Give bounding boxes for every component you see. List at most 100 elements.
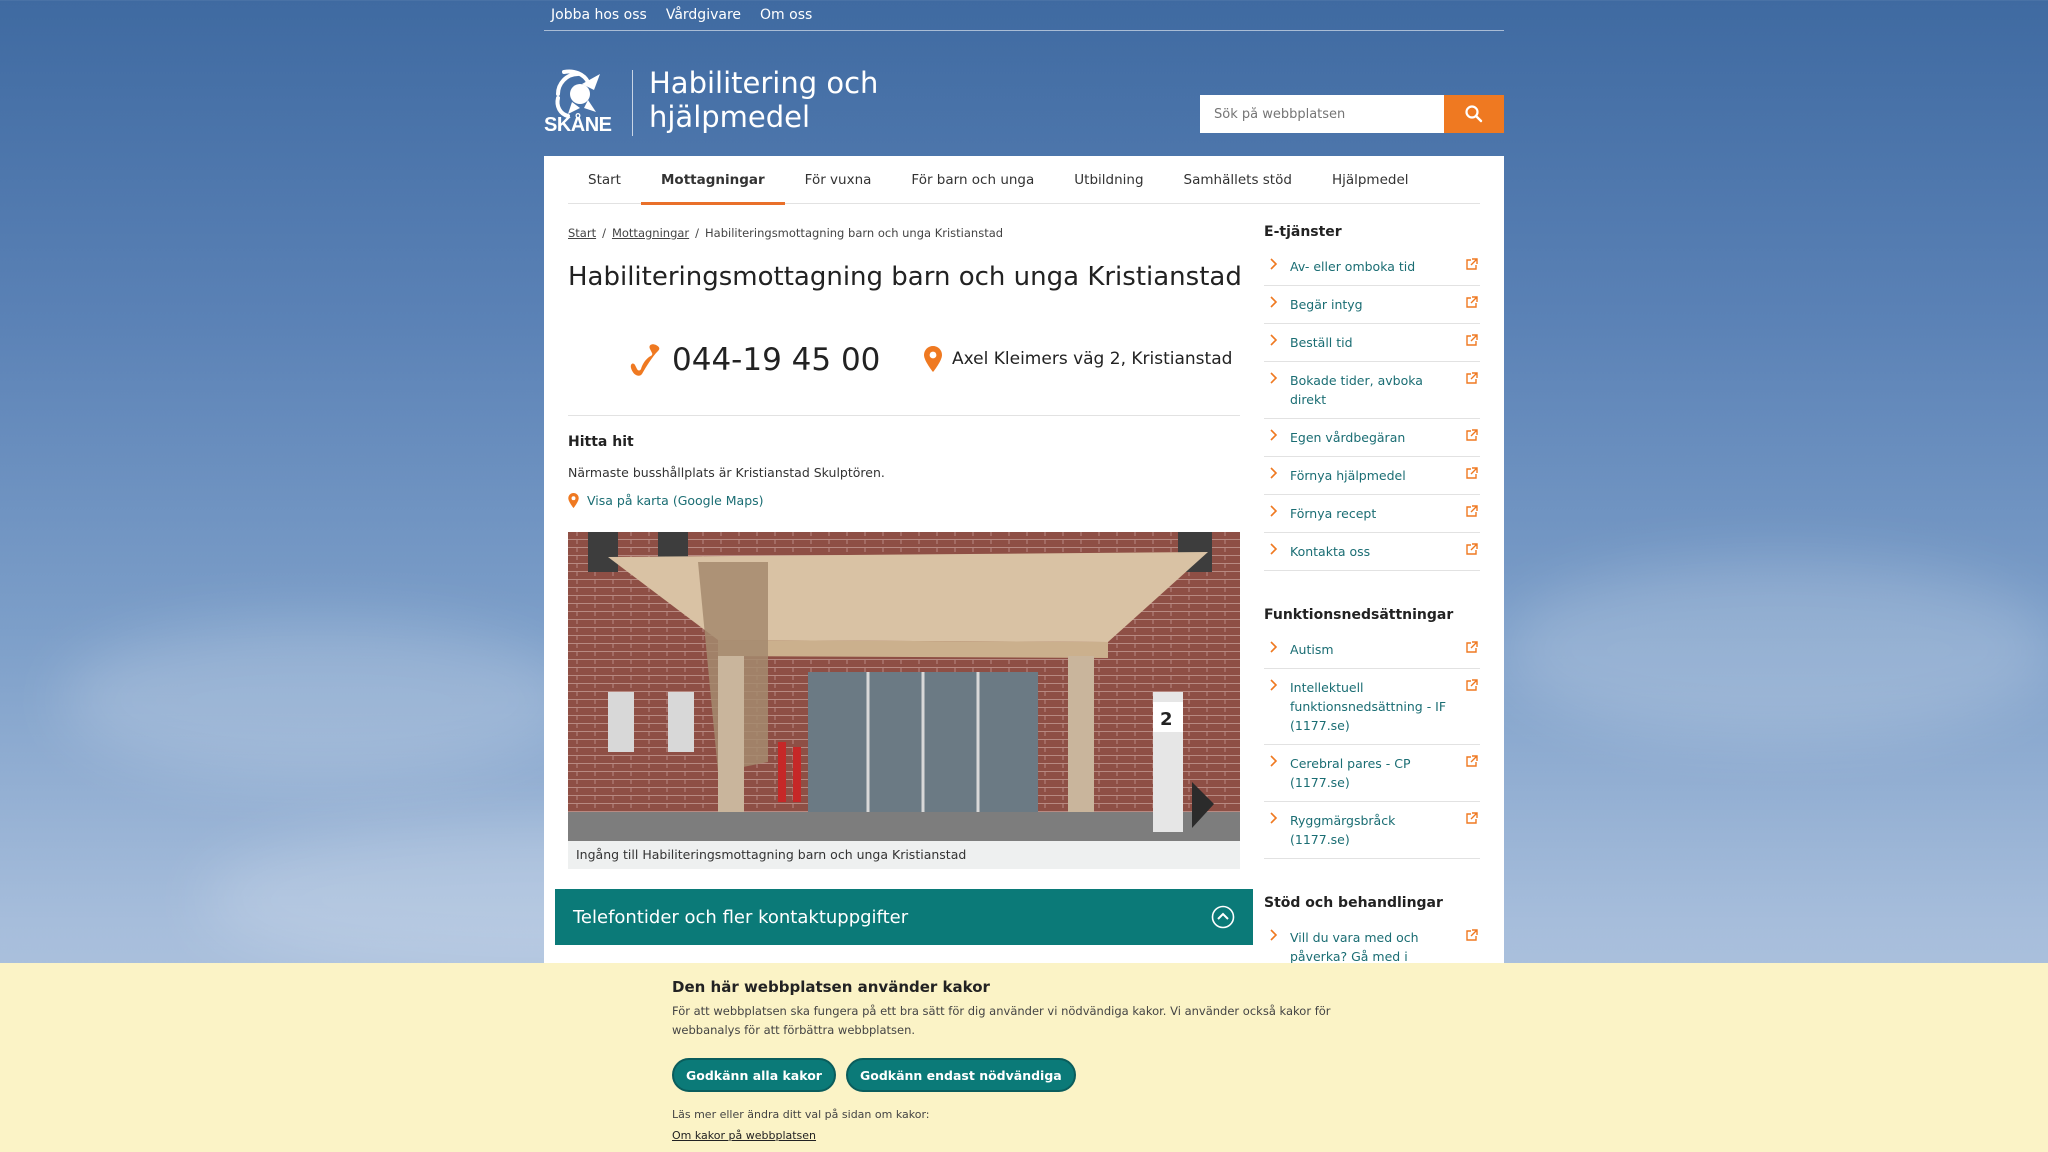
chevron-up-icon xyxy=(1211,905,1235,929)
nav-item-for-vuxna[interactable]: För vuxna xyxy=(785,156,892,204)
cookie-info-link[interactable]: Om kakor på webbplatsen xyxy=(672,1129,816,1142)
sidebar-list: Av- eller omboka tid Begär intyg Beställ… xyxy=(1264,248,1480,571)
chevron-right-icon xyxy=(1270,372,1278,384)
phone-link[interactable]: 044-19 45 00 xyxy=(630,342,880,378)
external-link-icon xyxy=(1466,641,1478,653)
sidebar-item-label: Begär intyg xyxy=(1290,297,1363,312)
external-link-icon xyxy=(1466,755,1478,767)
sidebar-item-label: Bokade tider, avboka direkt xyxy=(1290,373,1423,407)
chevron-right-icon xyxy=(1270,429,1278,441)
breadcrumb-link-mottagningar[interactable]: Mottagningar xyxy=(612,226,689,240)
entrance-photo: 2 xyxy=(568,532,1240,841)
sidebar-item-autism[interactable]: Autism xyxy=(1264,631,1480,669)
search-button[interactable] xyxy=(1444,95,1504,133)
chevron-right-icon xyxy=(1270,296,1278,308)
utility-link-jobba[interactable]: Jobba hos oss xyxy=(551,7,647,23)
accept-necessary-cookies-button[interactable]: Godkänn endast nödvändiga xyxy=(845,1058,1076,1092)
cookie-buttons: Godkänn alla kakor Godkänn endast nödvän… xyxy=(672,1058,1392,1092)
breadcrumb-link-start[interactable]: Start xyxy=(568,226,596,240)
sidebar-item-begar-intyg[interactable]: Begär intyg xyxy=(1264,286,1480,324)
chevron-right-icon xyxy=(1270,505,1278,517)
breadcrumb-current: Habiliteringsmottagning barn och unga Kr… xyxy=(705,226,1004,240)
sidebar-item-fornya-recept[interactable]: Förnya recept xyxy=(1264,495,1480,533)
sidebar-heading-e-tjanster: E-tjänster xyxy=(1264,224,1342,240)
location-pin-icon xyxy=(568,493,579,508)
external-link-icon xyxy=(1466,429,1478,441)
cookie-banner: Den här webbplatsen använder kakor För a… xyxy=(0,963,2048,1152)
cookie-description: För att webbplatsen ska fungera på ett b… xyxy=(672,1004,1331,1037)
sidebar-item-label: Förnya recept xyxy=(1290,506,1377,521)
phone-number: 044-19 45 00 xyxy=(672,342,881,378)
external-link-icon xyxy=(1466,296,1478,308)
sidebar-item-label: Ryggmärgsbråck (1177.se) xyxy=(1290,813,1396,847)
utility-nav: Jobba hos oss Vårdgivare Om oss xyxy=(544,0,1504,31)
contact-details-accordion[interactable]: Telefontider och fler kontaktuppgifter xyxy=(555,889,1253,945)
chevron-right-icon xyxy=(1270,543,1278,555)
sidebar-item-intellektuell-funktionsnedsattning[interactable]: Intellektuell funktionsnedsättning - IF … xyxy=(1264,669,1480,745)
nav-item-mottagningar[interactable]: Mottagningar xyxy=(640,156,785,205)
logo-wordmark: SKÅNE xyxy=(544,114,612,136)
external-link-icon xyxy=(1466,812,1478,824)
directions-text: Närmaste busshållplats är Kristianstad S… xyxy=(568,465,885,480)
site-title[interactable]: Habilitering och hjälpmedel xyxy=(649,66,909,134)
map-link[interactable]: Visa på karta (Google Maps) xyxy=(568,493,764,508)
address-text: Axel Kleimers väg 2, Kristianstad xyxy=(952,349,1233,369)
nav-item-utbildning[interactable]: Utbildning xyxy=(1054,156,1163,204)
sidebar-list: Autism Intellektuell funktionsnedsättnin… xyxy=(1264,631,1480,859)
external-link-icon xyxy=(1466,467,1478,479)
chevron-right-icon xyxy=(1270,334,1278,346)
sidebar-item-label: Kontakta oss xyxy=(1290,544,1371,559)
location-pin-icon xyxy=(924,346,942,372)
external-link-icon xyxy=(1466,258,1478,270)
chevron-right-icon xyxy=(1270,258,1278,270)
sidebar-item-cerebral-pares[interactable]: Cerebral pares - CP (1177.se) xyxy=(1264,745,1480,802)
cookie-title: Den här webbplatsen använder kakor xyxy=(672,978,990,996)
sidebar-item-egen-vardbegaran[interactable]: Egen vårdbegäran xyxy=(1264,419,1480,457)
utility-link-vardgivare[interactable]: Vårdgivare xyxy=(666,7,741,23)
sidebar: E-tjänster Av- eller omboka tid Begär in… xyxy=(1264,224,1480,1012)
accordion-label: Telefontider och fler kontaktuppgifter xyxy=(573,906,909,928)
background-cloud xyxy=(60,620,580,780)
cookie-banner-content: Den här webbplatsen använder kakor För a… xyxy=(672,978,1392,1143)
sidebar-item-label: Intellektuell funktionsnedsättning - IF … xyxy=(1290,680,1447,733)
sidebar-item-kontakta-oss[interactable]: Kontakta oss xyxy=(1264,533,1480,571)
nav-item-hjalpmedel[interactable]: Hjälpmedel xyxy=(1312,156,1429,204)
photo-caption: Ingång till Habiliteringsmottagning barn… xyxy=(568,841,1240,869)
chevron-right-icon xyxy=(1270,467,1278,479)
chevron-right-icon xyxy=(1270,929,1278,941)
chevron-right-icon xyxy=(1270,641,1278,653)
chevron-right-icon xyxy=(1270,812,1278,824)
background-cloud xyxy=(1500,560,2048,740)
region-skane-logo[interactable]: SKÅNE xyxy=(544,68,616,136)
sidebar-item-label: Vill du vara med och påverka? Gå med i xyxy=(1290,930,1419,964)
accept-all-cookies-button[interactable]: Godkänn alla kakor xyxy=(672,1058,836,1092)
sidebar-item-bokade-tider[interactable]: Bokade tider, avboka direkt xyxy=(1264,362,1480,419)
external-link-icon xyxy=(1466,334,1478,346)
sidebar-item-bestall-tid[interactable]: Beställ tid xyxy=(1264,324,1480,362)
chevron-right-icon xyxy=(1270,755,1278,767)
sidebar-item-fornya-hjalpmedel[interactable]: Förnya hjälpmedel xyxy=(1264,457,1480,495)
sidebar-heading-stod-och-behandlingar: Stöd och behandlingar xyxy=(1264,895,1443,911)
sidebar-item-label: Förnya hjälpmedel xyxy=(1290,468,1406,483)
external-link-icon xyxy=(1466,372,1478,384)
breadcrumb-separator: / xyxy=(695,226,700,240)
utility-link-om-oss[interactable]: Om oss xyxy=(760,7,812,23)
search-form xyxy=(1200,95,1504,133)
page-title: Habiliteringsmottagning barn och unga Kr… xyxy=(568,262,1242,292)
sidebar-item-label: Cerebral pares - CP (1177.se) xyxy=(1290,756,1411,790)
map-link-label: Visa på karta (Google Maps) xyxy=(587,493,764,508)
address: Axel Kleimers väg 2, Kristianstad xyxy=(924,346,1232,372)
cookie-more-text: Läs mer eller ändra ditt val på sidan om… xyxy=(672,1108,930,1121)
nav-item-for-barn-och-unga[interactable]: För barn och unga xyxy=(891,156,1054,204)
search-input[interactable] xyxy=(1200,95,1444,133)
sign-number: 2 xyxy=(1160,709,1173,730)
logo-divider xyxy=(632,70,633,136)
directions-title: Hitta hit xyxy=(568,434,634,450)
external-link-icon xyxy=(1466,543,1478,555)
external-link-icon xyxy=(1466,505,1478,517)
sidebar-item-label: Egen vårdbegäran xyxy=(1290,430,1406,445)
sidebar-item-av-eller-omboka-tid[interactable]: Av- eller omboka tid xyxy=(1264,248,1480,286)
nav-item-samhallets-stod[interactable]: Samhällets stöd xyxy=(1164,156,1312,204)
nav-item-start[interactable]: Start xyxy=(568,156,641,204)
sidebar-item-ryggmargsbrack[interactable]: Ryggmärgsbråck (1177.se) xyxy=(1264,802,1480,859)
